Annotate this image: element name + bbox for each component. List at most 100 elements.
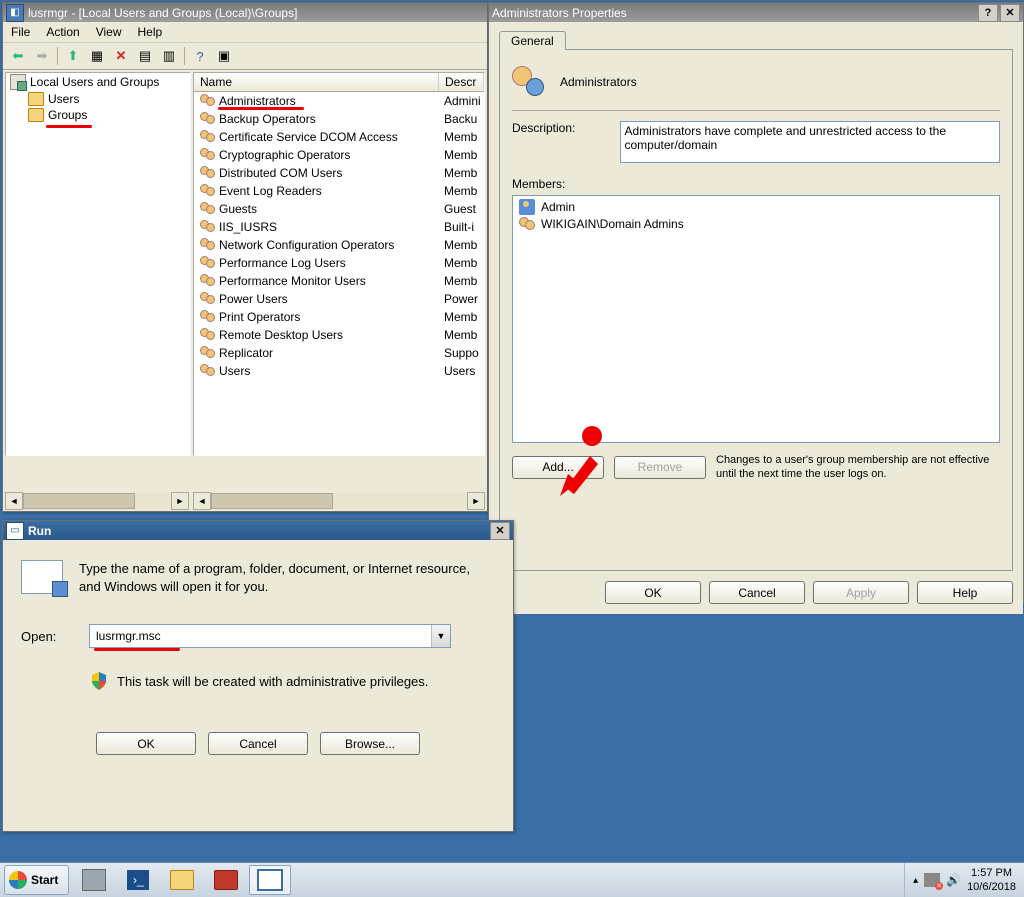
forward-icon[interactable]: ➡ [31,45,53,67]
clock[interactable]: 1:57 PM 10/6/2018 [967,866,1016,894]
annotation-underline-administrators [218,107,304,110]
tree-root[interactable]: Local Users and Groups [6,73,190,91]
tray-chevron-icon[interactable]: ▴ [913,875,918,886]
system-tray[interactable]: ▴ ✕ 🔊 1:57 PM 10/6/2018 [904,863,1024,897]
col-name[interactable]: Name [194,73,439,91]
open-input[interactable] [90,625,431,647]
ok-button[interactable]: OK [96,732,196,755]
run-icon: ▭ [6,522,24,540]
description-label: Description: [512,121,610,135]
group-row[interactable]: Performance Monitor UsersMemb [194,272,484,290]
member-item[interactable]: Admin [515,198,997,216]
group-icon [200,364,215,378]
menu-view[interactable]: View [88,23,130,41]
volume-icon[interactable]: 🔊 [946,873,961,887]
group-row[interactable]: UsersUsers [194,362,484,380]
task-toolbox[interactable] [205,865,247,895]
tree-pane[interactable]: Local Users and Groups Users Groups [5,72,191,456]
group-row[interactable]: ReplicatorSuppo [194,344,484,362]
window-icon [257,869,283,891]
help-button[interactable]: Help [917,581,1013,604]
toolbar-icon[interactable]: ▣ [213,45,235,67]
task-window[interactable] [249,865,291,895]
left-scrollbar[interactable]: ◄ ► [5,493,189,509]
run-titlebar[interactable]: ▭ Run ✕ [3,521,513,540]
snapin-icon [10,74,26,90]
help-button[interactable]: ? [978,4,998,22]
group-row[interactable]: Power UsersPower [194,290,484,308]
tree-groups[interactable]: Groups [6,107,190,123]
menu-help[interactable]: Help [130,23,171,41]
list-pane[interactable]: Name Descr AdministratorsAdminiBackup Op… [193,72,485,456]
back-icon[interactable]: ⬅ [7,45,29,67]
members-list[interactable]: Admin WIKIGAIN\Domain Admins [512,195,1000,443]
admin-note: This task will be created with administr… [117,674,428,689]
membership-note: Changes to a user's group membership are… [716,453,1000,481]
close-icon[interactable]: ✕ [1000,4,1020,22]
task-explorer[interactable] [161,865,203,895]
members-label: Members: [512,177,1000,191]
lusrmgr-window: ◧ lusrmgr - [Local Users and Groups (Loc… [2,2,488,512]
group-icon [200,238,215,252]
up-icon[interactable]: ⬆ [62,45,84,67]
group-row[interactable]: IIS_IUSRSBuilt-i [194,218,484,236]
delete-icon[interactable]: ✕ [110,45,132,67]
menu-file[interactable]: File [3,23,38,41]
group-row[interactable]: Print OperatorsMemb [194,308,484,326]
group-icon [200,310,215,324]
properties-titlebar[interactable]: Administrators Properties ? ✕ [489,3,1023,22]
dropdown-icon[interactable]: ▼ [431,625,450,647]
browse-button[interactable]: Browse... [320,732,420,755]
group-row[interactable]: Backup OperatorsBacku [194,110,484,128]
description-field[interactable]: Administrators have complete and unrestr… [620,121,1001,163]
task-server-manager[interactable] [73,865,115,895]
group-icon [200,292,215,306]
cancel-button[interactable]: Cancel [208,732,308,755]
network-icon[interactable]: ✕ [924,873,940,887]
task-powershell[interactable]: ›_ [117,865,159,895]
start-button[interactable]: Start [4,865,69,895]
help-icon[interactable]: ? [189,45,211,67]
list-header: Name Descr [194,73,484,92]
group-row[interactable]: Cryptographic OperatorsMemb [194,146,484,164]
group-icon [200,328,215,342]
col-desc[interactable]: Descr [439,73,484,91]
group-row[interactable]: Distributed COM UsersMemb [194,164,484,182]
taskbar: Start ›_ ▴ ✕ 🔊 1:57 PM 10/6/2018 [0,862,1024,897]
scroll-left-icon[interactable]: ◄ [5,492,23,510]
group-icon [200,220,215,234]
tab-general[interactable]: General [499,31,566,50]
group-icon [200,202,215,216]
group-row[interactable]: Certificate Service DCOM AccessMemb [194,128,484,146]
apply-button[interactable]: Apply [813,581,909,604]
group-row[interactable]: Network Configuration OperatorsMemb [194,236,484,254]
member-item[interactable]: WIKIGAIN\Domain Admins [515,216,997,232]
group-large-icon [512,66,544,98]
ok-button[interactable]: OK [605,581,701,604]
group-row[interactable]: Performance Log UsersMemb [194,254,484,272]
lusrmgr-titlebar[interactable]: ◧ lusrmgr - [Local Users and Groups (Loc… [3,3,487,22]
lusrmgr-title: lusrmgr - [Local Users and Groups (Local… [28,6,297,20]
group-row[interactable]: Remote Desktop UsersMemb [194,326,484,344]
menu-action[interactable]: Action [38,23,87,41]
scroll-right-icon[interactable]: ► [467,492,485,510]
refresh-icon[interactable]: ▤ [134,45,156,67]
scroll-right-icon[interactable]: ► [171,492,189,510]
annotation-underline-command [94,648,180,651]
remove-button[interactable]: Remove [614,456,706,479]
right-scrollbar[interactable]: ◄ ► [193,493,485,509]
tree-users[interactable]: Users [6,91,190,107]
group-row[interactable]: GuestsGuest [194,200,484,218]
folder-icon [28,108,44,122]
cancel-button[interactable]: Cancel [709,581,805,604]
close-icon[interactable]: ✕ [490,522,510,540]
group-name: Administrators [560,75,637,89]
open-combobox[interactable]: ▼ [89,624,451,648]
run-large-icon [21,560,63,594]
group-icon [200,148,215,162]
add-button[interactable]: Add... [512,456,604,479]
export-icon[interactable]: ▥ [158,45,180,67]
group-row[interactable]: Event Log ReadersMemb [194,182,484,200]
scroll-left-icon[interactable]: ◄ [193,492,211,510]
properties-icon[interactable]: ▦ [86,45,108,67]
